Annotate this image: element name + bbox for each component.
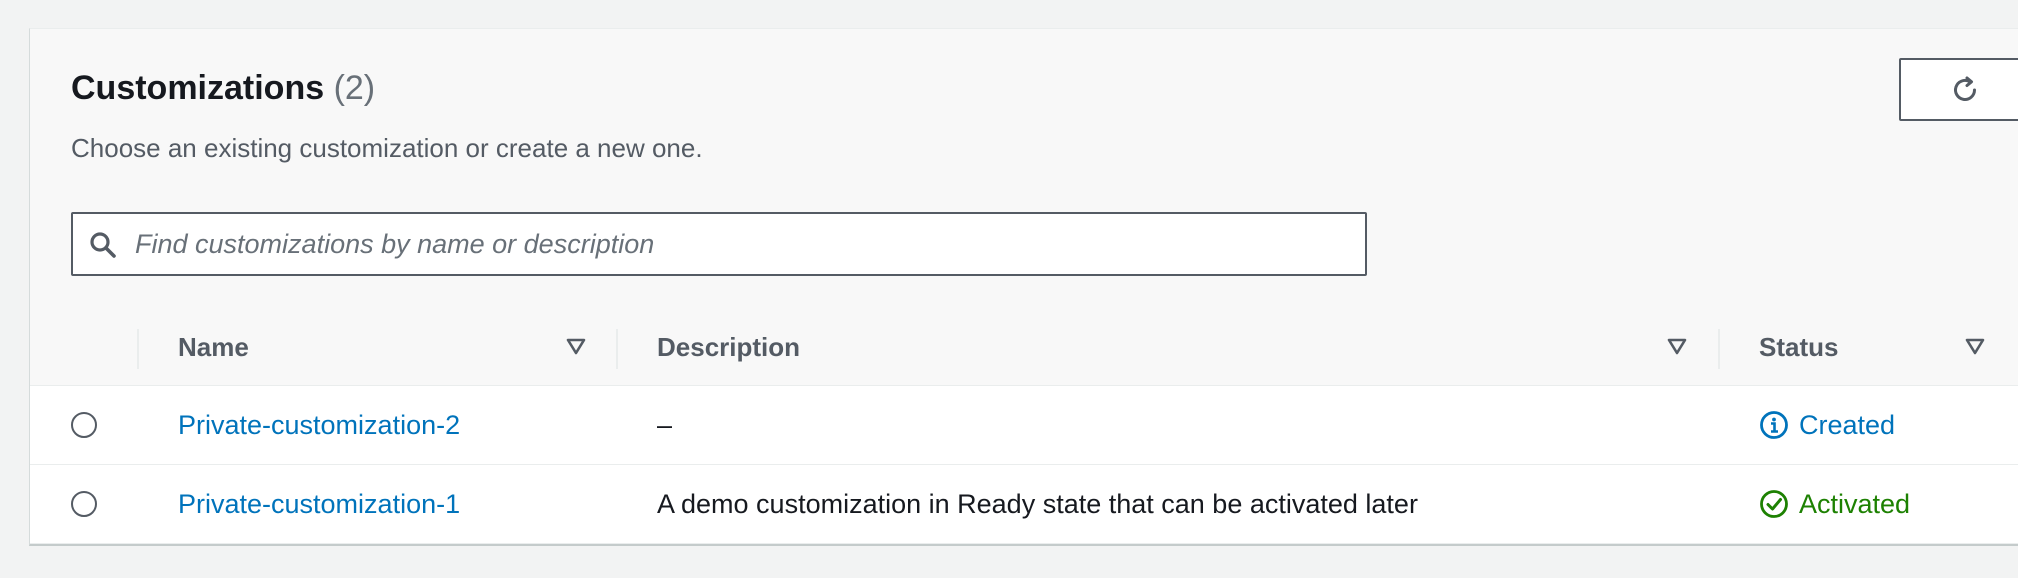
page-title: Customizations (2)	[71, 69, 375, 108]
sort-caret-icon[interactable]	[1964, 337, 1986, 357]
table-header: Name Description Status	[30, 309, 2018, 386]
check-circle-icon	[1760, 490, 1788, 518]
refresh-button[interactable]	[1899, 58, 2018, 121]
search-icon	[90, 232, 116, 258]
title-count: (2)	[333, 69, 376, 107]
refresh-icon	[1954, 76, 1976, 101]
sort-caret-icon[interactable]	[1666, 337, 1688, 357]
table-row[interactable]: Private-customization-2 – Created	[30, 386, 2018, 465]
status-badge: Activated	[1759, 489, 1910, 520]
column-divider	[137, 329, 139, 369]
customization-description: –	[657, 409, 673, 440]
page-description: Choose an existing customization or crea…	[71, 133, 703, 163]
column-divider	[616, 329, 618, 369]
customization-name-link[interactable]: Private-customization-2	[178, 386, 460, 464]
column-header-status[interactable]: Status	[1759, 309, 1838, 385]
row-select-radio[interactable]	[71, 491, 97, 517]
sort-caret-icon[interactable]	[565, 337, 587, 357]
table-row[interactable]: Private-customization-1 A demo customiza…	[30, 465, 2018, 544]
panel-header: Customizations (2) Choose an existing cu…	[30, 29, 2018, 310]
info-circle-icon	[1760, 411, 1788, 439]
row-select-radio[interactable]	[71, 412, 97, 438]
search-field[interactable]	[71, 212, 1367, 276]
status-text: Created	[1799, 409, 1896, 440]
status-cell: Activated	[1759, 465, 1910, 543]
column-header-description[interactable]: Description	[657, 309, 800, 385]
column-header-name[interactable]: Name	[178, 309, 249, 385]
status-text: Activated	[1799, 488, 1911, 519]
search-input[interactable]	[135, 214, 1335, 274]
customization-name-link[interactable]: Private-customization-1	[178, 465, 460, 543]
customizations-panel: Customizations (2) Choose an existing cu…	[29, 28, 2018, 546]
customization-description: A demo customization in Ready state that…	[657, 488, 1418, 519]
status-badge: Created	[1759, 410, 1895, 441]
status-cell: Created	[1759, 386, 1895, 464]
column-divider	[1718, 329, 1720, 369]
title-text: Customizations	[71, 69, 325, 107]
